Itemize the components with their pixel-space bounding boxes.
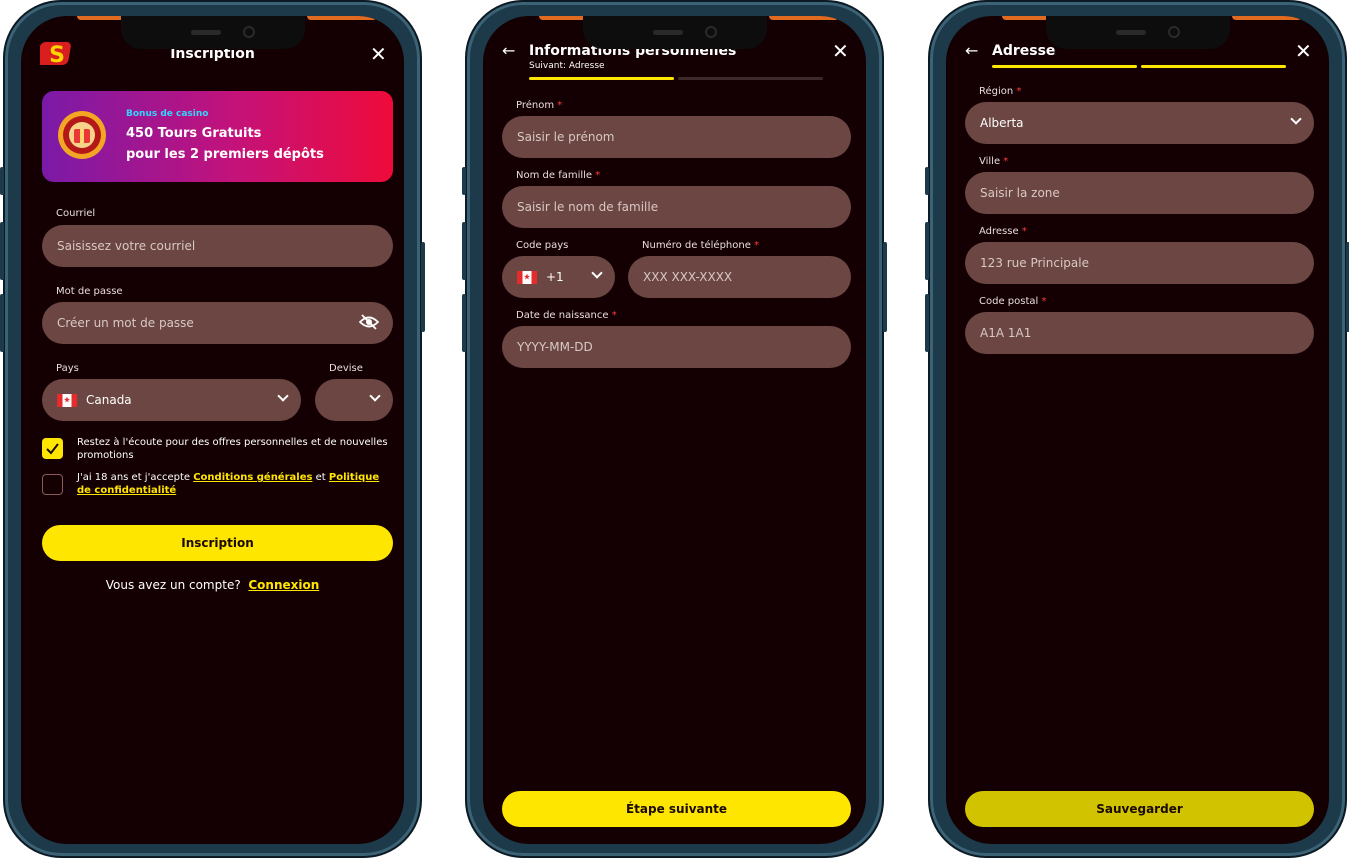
city-field[interactable]: Saisir la zone [965, 172, 1314, 214]
back-arrow-icon[interactable]: ← [965, 41, 978, 60]
first-name-label: Prénom * [516, 100, 563, 111]
chevron-down-icon [591, 267, 603, 279]
dob-label: Date de naissance * [516, 310, 617, 321]
bonus-banner[interactable]: Bonus de casino 450 Tours Gratuits pour … [42, 91, 393, 182]
login-prompt: Vous avez un compte? Connexion [105, 578, 320, 592]
city-label: Ville * [979, 156, 1009, 167]
personal-info-screen: ← Informations personnelles Suivant: Adr… [483, 16, 866, 844]
canada-flag-icon [57, 393, 77, 407]
offers-checkbox[interactable] [42, 438, 63, 459]
bonus-tag: Bonus de casino [126, 109, 209, 119]
phone-label: Numéro de téléphone * [642, 240, 760, 251]
country-value: Canada [86, 393, 132, 407]
last-name-field[interactable]: Saisir le nom de famille [502, 186, 851, 228]
region-label: Région * [979, 86, 1022, 97]
progress-step-2 [1141, 65, 1286, 68]
currency-label: Devise [329, 363, 363, 374]
bonus-line2: pour les 2 premiers dépôts [126, 147, 324, 162]
first-name-field[interactable]: Saisir le prénom [502, 116, 851, 158]
country-code-label: Code pays [516, 240, 569, 251]
country-code-select[interactable]: +1 [502, 256, 615, 298]
region-select[interactable]: Alberta [965, 102, 1314, 144]
chevron-down-icon [1290, 113, 1302, 125]
save-button[interactable]: Sauvegarder [965, 791, 1314, 827]
country-select[interactable]: Canada [42, 379, 301, 421]
phone-field[interactable]: XXX XXX-XXXX [628, 256, 851, 298]
canada-flag-icon [517, 270, 537, 284]
postal-code-label: Code postal * [979, 296, 1047, 307]
chevron-down-icon [369, 390, 381, 402]
password-label: Mot de passe [56, 286, 123, 297]
page-title: Adresse [992, 43, 1056, 59]
close-icon[interactable]: ✕ [370, 44, 387, 64]
registration-screen: S Inscription ✕ Bonus de casino 450 Tour… [21, 16, 404, 844]
password-placeholder: Créer un mot de passe [57, 316, 194, 330]
back-arrow-icon[interactable]: ← [502, 41, 515, 60]
postal-code-field[interactable]: A1A 1A1 [965, 312, 1314, 354]
dob-field[interactable]: YYYY-MM-DD [502, 326, 851, 368]
progress-step-2 [678, 77, 823, 80]
password-field[interactable]: Créer un mot de passe [42, 302, 393, 344]
page-subtitle: Suivant: Adresse [529, 61, 605, 71]
next-step-button[interactable]: Étape suivante [502, 791, 851, 827]
phone-frame-registration: S Inscription ✕ Bonus de casino 450 Tour… [0, 0, 425, 858]
register-button[interactable]: Inscription [42, 525, 393, 561]
terms-link[interactable]: Conditions générales [193, 472, 312, 483]
region-value: Alberta [980, 116, 1024, 130]
close-icon[interactable]: ✕ [1295, 41, 1312, 61]
last-name-label: Nom de famille * [516, 170, 601, 181]
progress-step-1 [992, 65, 1137, 68]
country-label: Pays [56, 363, 79, 374]
roulette-gift-icon [56, 109, 108, 161]
email-field[interactable]: Saisissez votre courriel [42, 225, 393, 267]
terms-text: J'ai 18 ans et j'accepte Conditions géné… [77, 472, 380, 496]
currency-select[interactable] [315, 379, 393, 421]
close-icon[interactable]: ✕ [832, 41, 849, 61]
bonus-line1: 450 Tours Gratuits [126, 126, 262, 141]
address-field[interactable]: 123 rue Principale [965, 242, 1314, 284]
phone-frame-personal-info: ← Informations personnelles Suivant: Adr… [462, 0, 887, 858]
phone-frame-address: ← Adresse ✕ Région * Alberta Ville * Sai… [925, 0, 1349, 858]
eye-off-icon[interactable] [358, 314, 380, 333]
progress-step-1 [529, 77, 674, 80]
terms-checkbox[interactable] [42, 474, 63, 495]
email-label: Courriel [56, 208, 96, 219]
address-label: Adresse * [979, 226, 1027, 237]
address-screen: ← Adresse ✕ Région * Alberta Ville * Sai… [946, 16, 1329, 844]
login-link[interactable]: Connexion [248, 578, 319, 592]
chevron-down-icon [277, 390, 289, 402]
offers-text: Restez à l'écoute pour des offres person… [77, 437, 388, 461]
country-code-value: +1 [546, 270, 564, 284]
